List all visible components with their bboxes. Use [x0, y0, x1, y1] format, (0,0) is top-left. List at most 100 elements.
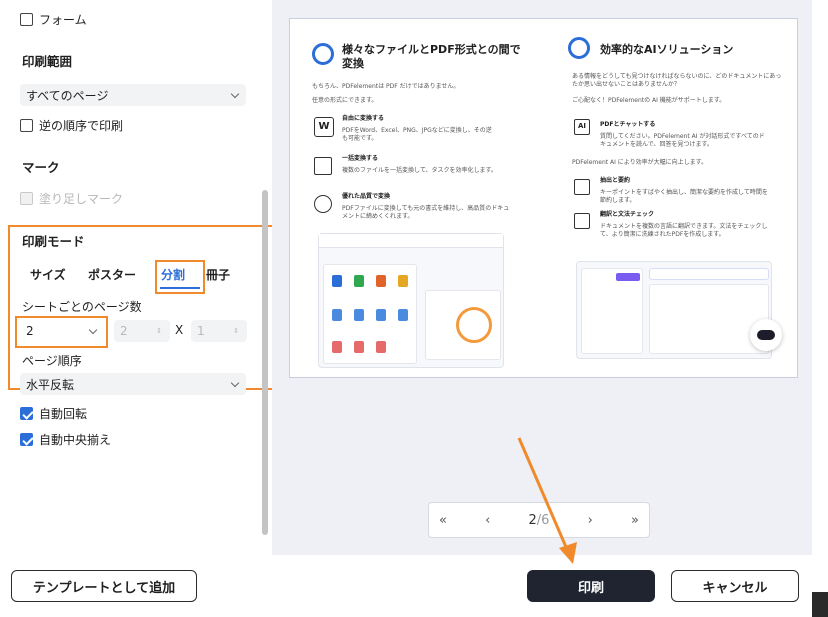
mockup-ai-tab	[616, 273, 640, 281]
preview-right-title: 効率的なAIソリューション	[600, 43, 734, 56]
rows-stepper[interactable]: 1 ⇕	[191, 320, 247, 342]
quality-badge-icon	[314, 195, 332, 213]
form-checkbox-label: フォーム	[39, 13, 87, 27]
pages-per-sheet-highlight	[15, 316, 108, 348]
annotation-arrow-head	[559, 542, 577, 564]
active-tab-underline	[160, 287, 200, 289]
tab-poster[interactable]: ポスター	[80, 262, 148, 288]
format-txt-icon	[332, 341, 342, 353]
preview-left-sub1: もちろん、PDFelementは PDF だけではありません。	[312, 83, 460, 90]
form-checkbox[interactable]: フォーム	[20, 11, 87, 28]
format-rtf-icon	[376, 341, 386, 353]
translate-icon	[574, 213, 590, 229]
stepper-arrows-icon: ⇕	[233, 327, 239, 335]
format-html-icon	[354, 341, 364, 353]
add-template-button[interactable]: テンプレートとして追加	[11, 570, 197, 602]
format-pages-icon	[398, 275, 408, 287]
summary-icon	[574, 179, 590, 195]
settings-panel: フォーム 印刷範囲 すべてのページ 逆の順序で印刷 マーク 塗り足しマーク 印刷…	[0, 0, 275, 555]
reverse-order-checkbox[interactable]: 逆の順序で印刷	[20, 117, 123, 134]
pages-per-sheet-label: シートごとのページ数	[22, 300, 142, 314]
page-order-label: ページ順序	[22, 354, 82, 368]
check-circle-icon	[568, 37, 590, 59]
print-range-select[interactable]: すべてのページ	[20, 84, 246, 106]
preview-left-item3-title: 優れた品質で変換	[342, 193, 391, 200]
preview-left-sub2: 任意の形式にできます。	[312, 97, 378, 104]
form-checkbox-box[interactable]	[20, 13, 33, 26]
progress-ring	[456, 307, 492, 343]
bleed-marks-checkbox-box[interactable]	[20, 192, 33, 205]
format-gif-icon	[398, 309, 408, 321]
chevron-down-icon	[230, 378, 240, 387]
preview-left-title: 様々なファイルとPDF形式との間で変換	[342, 43, 521, 70]
mockup-progress-card	[425, 290, 501, 360]
bleed-marks-checkbox[interactable]: 塗り足しマーク	[20, 190, 123, 207]
mockup-toolbar	[319, 234, 503, 248]
print-mode-heading: 印刷モード	[22, 234, 85, 249]
columns-value: 2	[120, 324, 128, 338]
preview-left-item1-title: 自由に変換する	[342, 115, 385, 122]
stepper-arrows-icon: ⇕	[156, 327, 162, 335]
tab-size[interactable]: サイズ	[22, 262, 80, 288]
ai-app-mockup	[576, 261, 772, 359]
format-ppt-icon	[376, 275, 386, 287]
preview-right-sub2: ご心配なく！PDFelementの AI 機能がサポートします。	[572, 97, 726, 104]
page-order-select[interactable]: 水平反転	[20, 373, 246, 395]
check-circle-icon	[312, 43, 334, 65]
multiply-label: X	[175, 323, 184, 337]
auto-center-checkbox-box[interactable]	[20, 433, 33, 446]
preview-left-item3-desc: PDFファイルに変換しても元の書式を維持し、高品質のドキュメントに締めくくれます…	[342, 205, 510, 220]
mockup-ai-input	[649, 268, 769, 280]
convert-app-mockup	[318, 233, 504, 368]
preview-right-item1-title: PDFとチャットする	[600, 121, 656, 128]
settings-scrollbar[interactable]	[262, 190, 268, 535]
auto-center-label: 自動中央揃え	[39, 433, 112, 447]
print-range-heading: 印刷範囲	[22, 54, 73, 69]
preview-right-item3-title: 抽出と要約	[600, 177, 631, 184]
preview-right-item2-title: PDFelement AI により効率が大幅に向上します。	[572, 159, 708, 166]
mockup-ai-chat	[649, 284, 769, 354]
page-order-value: 水平反転	[26, 377, 75, 392]
batch-convert-icon	[314, 157, 332, 175]
annotation-arrow-line	[517, 437, 571, 555]
robot-face	[757, 330, 775, 340]
last-page-button[interactable]: »	[631, 513, 639, 528]
preview-right-sub1: ある情報をどうしても見つけなければならないのに、どのドキュメントにあったか思い出…	[572, 73, 782, 88]
taskbar-edge	[812, 592, 828, 617]
auto-center-checkbox[interactable]: 自動中央揃え	[20, 431, 111, 448]
auto-rotate-checkbox[interactable]: 自動回転	[20, 405, 87, 422]
next-page-button[interactable]: ›	[588, 513, 593, 528]
mockup-format-grid	[323, 264, 417, 364]
preview-left-item2-desc: 複数のファイルを一括変換して、タスクを効率化します。	[342, 167, 497, 174]
prev-page-button[interactable]: ‹	[485, 513, 490, 528]
chevron-down-icon	[230, 89, 240, 98]
preview-left-item1-desc: PDFをWord、Excel、PNG、JPGなどに変換し、その逆も可能です。	[342, 127, 492, 142]
preview-left-item2-title: 一括変換する	[342, 155, 379, 162]
cancel-button[interactable]: キャンセル	[671, 570, 799, 602]
print-button[interactable]: 印刷	[527, 570, 655, 602]
format-excel-icon	[354, 275, 364, 287]
preview-right-item4-desc: ドキュメントを複数の言語に翻訳できます。文法をチェックして、より簡潔に洗練された…	[600, 223, 768, 238]
preview-right-item1-desc: 質問してください。PDFelement AI が対話形式ですべてのドキュメントを…	[600, 133, 765, 148]
format-tiff-icon	[376, 309, 386, 321]
auto-rotate-checkbox-box[interactable]	[20, 407, 33, 420]
preview-right-item4-title: 翻訳と文法チェック	[600, 211, 655, 218]
format-png-icon	[354, 309, 364, 321]
word-icon: W	[314, 117, 334, 137]
reverse-order-label: 逆の順序で印刷	[39, 119, 124, 133]
reverse-order-checkbox-box[interactable]	[20, 119, 33, 132]
columns-stepper[interactable]: 2 ⇕	[114, 320, 170, 342]
rows-value: 1	[197, 324, 205, 338]
format-jpeg-icon	[332, 309, 342, 321]
print-range-select-value: すべてのページ	[26, 88, 109, 103]
annotation-arrow	[517, 437, 577, 564]
print-mode-tabs: サイズ ポスター 分割 冊子	[22, 262, 238, 288]
ai-robot-icon	[750, 319, 782, 351]
format-word-icon	[332, 275, 342, 287]
ai-chat-icon: AI	[574, 119, 590, 135]
bleed-marks-label: 塗り足しマーク	[39, 192, 124, 206]
mockup-ai-sidebar	[581, 268, 643, 354]
preview-right-item3-desc: キーポイントをすばやく抽出し、簡潔な要約を作成して時間を節約します。	[600, 189, 768, 204]
auto-rotate-label: 自動回転	[39, 407, 88, 421]
first-page-button[interactable]: «	[439, 513, 447, 528]
